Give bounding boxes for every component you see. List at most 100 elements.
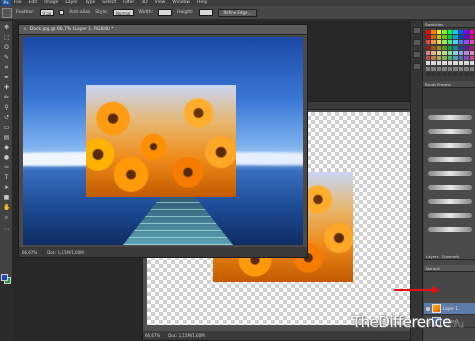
clone-stamp-tool-icon[interactable]: ⚲ <box>3 105 10 111</box>
color-swatch[interactable] <box>436 61 442 66</box>
marquee-tool-icon[interactable]: ⬚ <box>3 35 10 41</box>
layer-name[interactable]: Layer 1 <box>443 306 458 311</box>
brush-preset[interactable] <box>428 115 472 120</box>
gradient-tool-icon[interactable]: ▤ <box>3 135 10 141</box>
color-swatch[interactable] <box>442 66 447 71</box>
color-swatch[interactable] <box>469 30 474 34</box>
color-swatch[interactable] <box>436 56 442 61</box>
properties-panel-icon[interactable] <box>413 39 421 46</box>
color-swatch[interactable] <box>426 71 431 76</box>
color-swatch[interactable] <box>431 66 436 71</box>
color-swatch[interactable] <box>469 71 474 76</box>
color-swatch[interactable] <box>464 71 469 76</box>
color-swatch[interactable] <box>447 50 453 55</box>
color-swatch[interactable] <box>436 45 442 50</box>
color-swatch[interactable] <box>469 40 474 45</box>
tab-brush-presets[interactable]: Brush Presets <box>425 82 451 87</box>
color-swatch[interactable] <box>464 30 469 34</box>
swatches-grid[interactable] <box>426 30 474 76</box>
eyedropper-tool-icon[interactable]: ✒ <box>3 75 10 81</box>
color-swatch[interactable] <box>431 35 436 40</box>
close-icon[interactable]: × <box>23 27 27 32</box>
color-swatch[interactable] <box>453 61 458 66</box>
color-swatch[interactable] <box>458 56 464 61</box>
color-swatch[interactable] <box>431 71 436 76</box>
more-tools-icon[interactable]: ⋯ <box>3 227 10 233</box>
color-swatch[interactable] <box>426 56 431 61</box>
color-swatch[interactable] <box>453 35 458 40</box>
color-swatch[interactable] <box>426 35 431 40</box>
color-swatch[interactable] <box>453 56 458 61</box>
color-swatch[interactable] <box>464 50 469 55</box>
color-swatch[interactable] <box>458 61 464 66</box>
color-swatch[interactable] <box>469 56 474 61</box>
color-swatch[interactable] <box>436 66 442 71</box>
color-swatch[interactable] <box>458 66 464 71</box>
dodge-tool-icon[interactable]: ● <box>3 155 10 161</box>
document-window-front[interactable]: × Dock.jpg @ 66,7% (Layer 1, RGB/8) * 66… <box>18 24 308 258</box>
eye-icon[interactable] <box>426 306 430 311</box>
color-swatch[interactable] <box>447 30 453 34</box>
color-swatch[interactable] <box>458 35 464 40</box>
brush-panel-icon[interactable] <box>413 51 421 58</box>
color-swatch[interactable] <box>426 61 431 66</box>
path-selection-tool-icon[interactable]: ➤ <box>3 185 10 191</box>
color-swatch[interactable] <box>464 45 469 50</box>
brush-preset[interactable] <box>428 199 472 204</box>
brush-presets-list[interactable] <box>424 109 475 257</box>
color-swatch[interactable] <box>442 71 447 76</box>
color-swatch[interactable] <box>442 45 447 50</box>
tab-channels[interactable]: Channels <box>442 254 460 259</box>
document-tab-title[interactable]: Dock.jpg @ 66,7% (Layer 1, RGB/8) * <box>30 27 114 32</box>
brush-preset[interactable] <box>428 143 472 148</box>
color-swatch[interactable] <box>436 35 442 40</box>
brush-preset[interactable] <box>428 157 472 162</box>
blend-mode-select[interactable]: Normal <box>424 265 475 272</box>
crop-tool-icon[interactable]: ⌗ <box>3 65 10 71</box>
color-swatch[interactable] <box>469 66 474 71</box>
color-swatch[interactable] <box>447 66 453 71</box>
color-swatch[interactable] <box>426 40 431 45</box>
color-swatch[interactable] <box>431 56 436 61</box>
foreground-color-swatch[interactable] <box>1 274 8 281</box>
color-swatch[interactable] <box>469 61 474 66</box>
color-swatch[interactable] <box>426 66 431 71</box>
color-swatch[interactable] <box>431 50 436 55</box>
color-swatch[interactable] <box>447 56 453 61</box>
color-swatch[interactable] <box>447 71 453 76</box>
color-swatch[interactable] <box>458 71 464 76</box>
antialias-checkbox[interactable] <box>59 10 65 15</box>
color-swatch[interactable] <box>426 45 431 50</box>
brush-preset[interactable] <box>428 227 472 232</box>
color-swatch[interactable] <box>453 50 458 55</box>
healing-brush-tool-icon[interactable]: ✚ <box>3 85 10 91</box>
rectangle-tool-icon[interactable]: ■ <box>3 195 10 201</box>
color-swatch[interactable] <box>447 45 453 50</box>
color-swatch[interactable] <box>464 35 469 40</box>
color-swatch[interactable] <box>447 61 453 66</box>
color-swatch[interactable] <box>453 71 458 76</box>
color-swatch[interactable] <box>442 30 447 34</box>
color-swatch[interactable] <box>464 40 469 45</box>
color-swatch[interactable] <box>469 45 474 50</box>
brush-tool-icon[interactable]: ✏ <box>3 95 10 101</box>
color-swatch[interactable] <box>426 50 431 55</box>
color-swatch[interactable] <box>426 30 431 34</box>
history-brush-tool-icon[interactable]: ↺ <box>3 115 10 121</box>
feather-input[interactable]: 0 px <box>39 9 55 16</box>
color-swatch[interactable] <box>442 50 447 55</box>
color-swatch[interactable] <box>431 61 436 66</box>
color-swatch[interactable] <box>453 66 458 71</box>
color-swatch[interactable] <box>431 45 436 50</box>
color-swatch[interactable] <box>442 40 447 45</box>
color-swatch[interactable] <box>453 40 458 45</box>
brush-preset[interactable] <box>428 213 472 218</box>
eraser-tool-icon[interactable]: ▭ <box>3 125 10 131</box>
color-swatch[interactable] <box>458 30 464 34</box>
hand-tool-icon[interactable]: ✋ <box>3 205 10 211</box>
color-swatch[interactable] <box>431 40 436 45</box>
history-panel-icon[interactable] <box>413 27 421 34</box>
color-swatch[interactable] <box>436 30 442 34</box>
color-swatch[interactable] <box>436 40 442 45</box>
color-swatch[interactable] <box>458 50 464 55</box>
